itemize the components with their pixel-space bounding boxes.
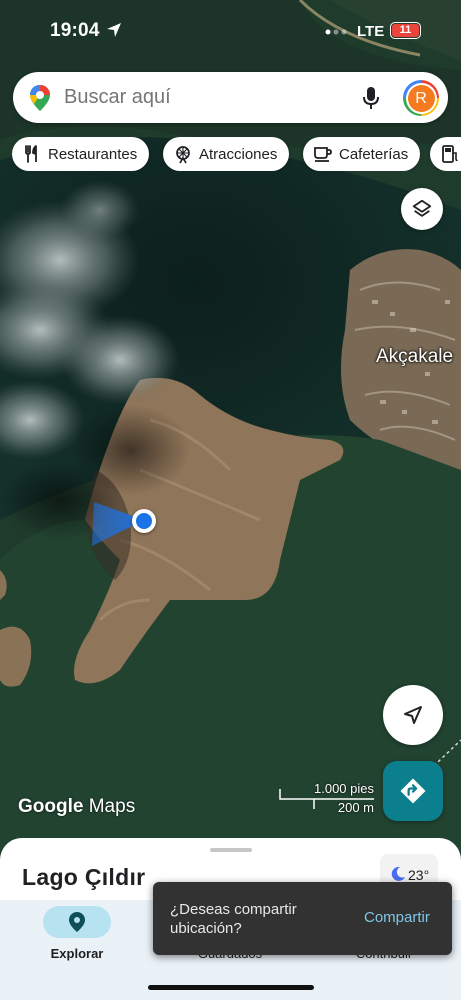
search-bar[interactable]: R [13,72,448,123]
chip-label: Atracciones [199,145,278,163]
fork-knife-icon [25,145,37,163]
chip-attractions[interactable]: Atracciones [163,137,290,171]
status-time: 19:04 [50,20,100,41]
navigation-arrow-icon [404,706,422,724]
attribution-maps: Maps [88,796,136,817]
layers-button[interactable] [401,188,443,230]
layers-icon [412,199,432,217]
account-avatar[interactable]: R [403,80,439,116]
share-location-snackbar: ¿Deseas compartir ubicación? Compartir [153,882,452,955]
directions-button[interactable] [383,761,443,821]
microphone-icon[interactable] [361,86,381,110]
signal-dots-icon [325,29,347,35]
satellite-map[interactable]: Akçakale Google Maps 1.000 pies 200 m [0,0,461,860]
chip-cafes[interactable]: Cafeterías [303,137,421,171]
chip-label: Restaurantes [48,145,138,163]
ferris-wheel-icon [176,146,190,164]
moon-icon [391,866,405,881]
snackbar-message: ¿Deseas compartir ubicación? [170,901,297,937]
battery-level: 11 [392,24,419,37]
nav-explore[interactable]: Explorar [22,906,132,961]
status-bar: 19:04 LTE 11 [0,0,461,62]
map-scale: 1.000 pies 200 m [278,781,376,817]
chip-gas-stations[interactable] [430,137,461,171]
current-location-dot [132,509,156,533]
temperature: 23° [408,867,430,883]
chip-restaurants[interactable]: Restaurantes [12,137,150,171]
map-place-label[interactable]: Akçakale [376,346,453,368]
nav-pill [43,906,111,938]
coffee-cup-icon [314,147,332,162]
explore-pin-icon [69,912,85,932]
home-indicator[interactable] [148,985,314,990]
google-maps-pin-icon [30,85,50,111]
gas-station-icon [442,145,458,163]
share-button[interactable]: Compartir [364,909,430,926]
directions-icon [400,778,426,804]
search-input[interactable] [64,72,344,123]
network-type: LTE [357,23,385,40]
attribution-google: Google [18,796,84,817]
my-location-button[interactable] [383,685,443,745]
place-title: Lago Çıldır [22,864,146,890]
avatar-initial: R [407,84,435,112]
category-chips: Restaurantes Atracciones Cafeterías [12,137,461,171]
nav-label: Explorar [50,946,104,961]
google-maps-attribution: Google Maps [18,796,135,818]
chip-label: Cafeterías [339,145,409,163]
location-arrow-icon [107,23,121,37]
scale-meters: 200 m [337,800,374,815]
scale-feet: 1.000 pies [314,781,374,796]
battery-icon: 11 [390,22,421,39]
sheet-drag-handle[interactable] [210,848,252,852]
